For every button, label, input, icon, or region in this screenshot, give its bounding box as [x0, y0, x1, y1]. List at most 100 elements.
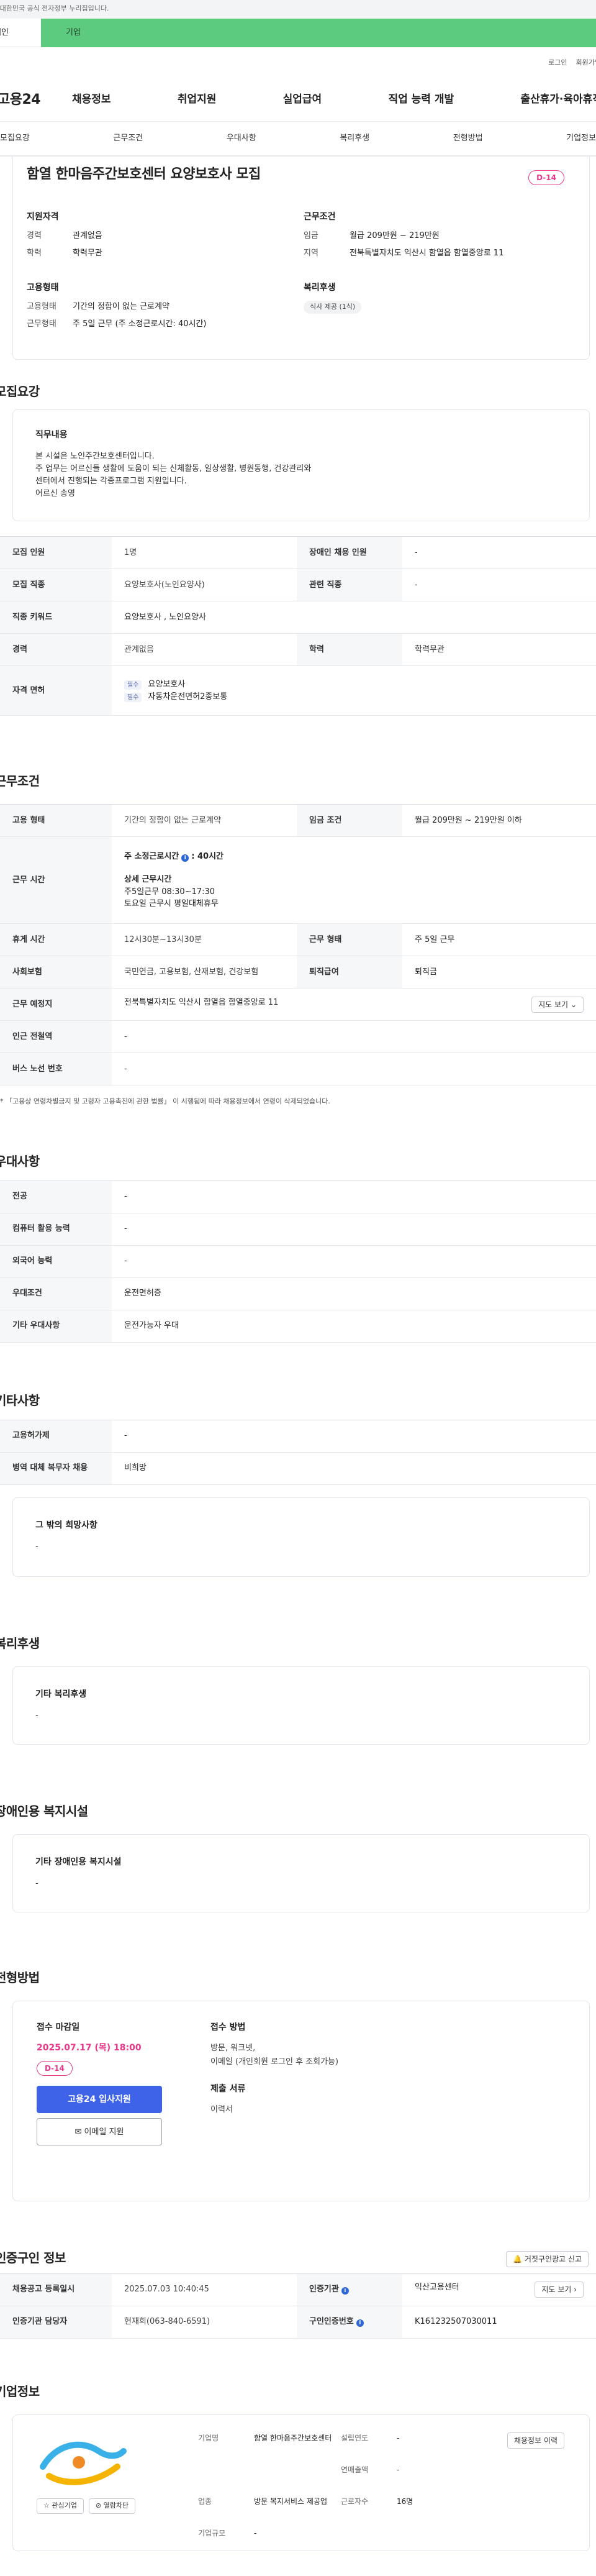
- method-title: 접수 방법: [210, 2022, 246, 2032]
- block-icon: ⊘: [95, 2501, 102, 2510]
- gnb-item-leave[interactable]: 출산휴가·육아휴직: [520, 92, 596, 108]
- site-logo[interactable]: 고용24: [0, 89, 72, 110]
- career-row-label: 경력: [0, 633, 112, 666]
- apply-button[interactable]: 고용24 입사지원: [37, 2085, 162, 2113]
- recruit-table: 모집 인원 1명 장애인 채용 인원 - 모집 직종 요양보호사(노인요양사) …: [0, 536, 596, 716]
- work-section-title: 근무조건: [0, 774, 40, 788]
- agency-map-button[interactable]: 지도 보기 ›: [535, 2281, 584, 2298]
- wage-label: 임금: [304, 231, 318, 240]
- gnb-item-support[interactable]: 취업지원: [178, 92, 217, 108]
- time-main: 주 소정근로시간: [124, 851, 179, 861]
- sales-value: -: [397, 2465, 400, 2474]
- location-value: 전북특별자치도 익산시 함열읍 함열중앙로 11 지도 보기 ⌄: [112, 988, 596, 1021]
- size-value: -: [254, 2528, 257, 2537]
- career-value: 관계없음: [73, 231, 102, 240]
- duty-title: 직무내용: [35, 430, 68, 440]
- bus-label: 버스 노선 번호: [0, 1053, 112, 1085]
- report-button[interactable]: 🔔 거짓구인광고 신고: [506, 2250, 589, 2267]
- deadline-value: 2025.07.17 (목) 18:00: [37, 2042, 142, 2053]
- work-table: 고용 형태 기간의 정함이 없는 근로계약 임금 조건 월급 209만원 ~ 2…: [0, 804, 596, 1085]
- gnb-item-jobs[interactable]: 채용정보: [72, 92, 111, 108]
- hiring-history-button[interactable]: 채용정보 이력: [507, 2432, 564, 2449]
- tab-personal[interactable]: 개인: [0, 19, 41, 47]
- apply-dday-badge: D-14: [37, 2060, 73, 2076]
- util-links: 로그인 회원가입: [0, 47, 596, 78]
- other-section-title: 기타사항: [0, 1392, 40, 1408]
- tab-welfare[interactable]: 복리후생: [340, 132, 369, 145]
- disability-section-title: 장애인용 복지시설: [0, 1803, 88, 1819]
- info-icon[interactable]: i: [356, 2319, 364, 2327]
- army-value: 비희망: [112, 1452, 596, 1485]
- cond-title: 근무조건: [304, 212, 336, 222]
- info-icon[interactable]: i: [341, 2287, 349, 2295]
- wage-row-label: 임금 조건: [297, 804, 402, 837]
- block-view-button[interactable]: ⊘ 열람차단: [88, 2498, 136, 2514]
- bus-value: -: [112, 1053, 596, 1085]
- disability-box: 기타 장애인용 복지시설 -: [12, 1834, 590, 1912]
- gnb-item-benefit[interactable]: 실업급여: [283, 92, 322, 108]
- pref-etc-value: 운전가능자 우대: [112, 1310, 596, 1343]
- tab-conditions[interactable]: 근무조건: [113, 132, 143, 145]
- eps-value: -: [112, 1420, 596, 1453]
- gnb-item-training[interactable]: 직업 능력 개발: [388, 92, 454, 108]
- gov-banner: 이 누리집은 대한민국 공식 전자정부 누리집입니다.: [0, 0, 596, 19]
- job-label: 모집 직종: [0, 569, 112, 601]
- company-logo-area: ☆ 관심기업 ⊘ 열람차단: [37, 2432, 173, 2551]
- company-section-title: 기업정보: [0, 2383, 40, 2399]
- subway-value: -: [112, 1020, 596, 1053]
- company-name-label: 기업명: [198, 2433, 219, 2442]
- dday-badge: D-14: [528, 170, 564, 185]
- hope-value: -: [35, 1541, 38, 1551]
- worktype-label: 근무형태: [27, 319, 56, 329]
- subway-label: 인근 전철역: [0, 1020, 112, 1053]
- mail-icon: ✉: [74, 2127, 82, 2137]
- login-link[interactable]: 로그인: [548, 58, 567, 68]
- emp-title: 고용형태: [27, 283, 59, 293]
- cert-num-value: K161232507030011: [402, 2306, 596, 2339]
- member-tabbar: 개인 기업: [0, 19, 596, 47]
- welfare-box-title: 기타 복리후생: [35, 1689, 87, 1699]
- company-name-value: 함열 한마음주간보호센터: [254, 2433, 332, 2442]
- disabled-value: -: [402, 536, 596, 569]
- tab-company-info[interactable]: 기업정보: [566, 132, 596, 145]
- sales-label: 연매출액: [341, 2465, 369, 2474]
- docs-value: 이력서: [210, 2104, 233, 2114]
- summary-grid: 지원자격 경력 관계없음 학력 학력무관 고용형태 고용형태 기간의 정함이 없는 근…: [27, 211, 589, 335]
- chevron-right-icon: ›: [574, 2285, 577, 2294]
- emptype-label: 고용형태: [27, 302, 56, 311]
- emptype-value: 기간의 정함이 없는 근로계약: [73, 302, 169, 311]
- keyword-label: 직종 키워드: [0, 601, 112, 634]
- tab-selection[interactable]: 전형방법: [453, 132, 483, 145]
- other-table: 고용허가제 - 병역 대체 복무자 채용 비희망: [0, 1419, 596, 1485]
- bell-icon: 🔔: [513, 2254, 523, 2263]
- cert-table: 채용공고 등록일시 2025.07.03 10:40:45 인증기관 i 익산고용…: [0, 2273, 596, 2339]
- industry-value: 방문 복지서비스 제공업: [254, 2496, 328, 2506]
- disability-box-title: 기타 장애인용 복지시설: [35, 1857, 122, 1867]
- people-value: 1명: [112, 536, 297, 569]
- tab-preference[interactable]: 우대사항: [227, 132, 256, 145]
- region-label: 지역: [304, 248, 318, 258]
- related-value: -: [402, 569, 596, 601]
- rest-value: 12시30분~13시30분: [112, 923, 297, 956]
- job-title: 함열 한마음주간보호센터 요양보호사 모집: [27, 167, 261, 182]
- reg-value: 2025.07.03 10:40:45: [112, 2273, 297, 2306]
- duty-line-3: 센터에서 진행되는 각종프로그램 지원입니다.: [35, 477, 187, 486]
- region-value: 전북특별자치도 익산시 함열읍 함열중앙로 11: [350, 248, 504, 258]
- join-link[interactable]: 회원가입: [576, 58, 596, 68]
- map-button[interactable]: 지도 보기 ⌄: [531, 996, 584, 1013]
- interest-company-button[interactable]: ☆ 관심기업: [37, 2498, 84, 2514]
- tab-recruit[interactable]: 모집요강: [0, 132, 30, 145]
- tab-company[interactable]: 기업: [41, 19, 596, 47]
- detail-1: 주5일근무 08:30~17:30: [124, 887, 215, 897]
- info-icon[interactable]: i: [181, 854, 189, 862]
- age-note: * 「고용상 연령차별금지 및 고령자 고용촉진에 관한 법률」 이 시행됨에 …: [0, 1097, 330, 1105]
- reg-label: 채용공고 등록일시: [0, 2273, 112, 2306]
- detail-2: 토요일 근무시 평일대체휴무: [124, 899, 219, 908]
- hope-title: 그 밖의 희망사항: [35, 1520, 97, 1530]
- apply-right: 접수 방법 방문, 워크넷, 이메일 (개인회원 로그인 후 조회가능) 제출 …: [210, 2021, 338, 2201]
- email-apply-button[interactable]: ✉ 이메일 지원: [37, 2117, 162, 2145]
- hope-box: 그 밖의 희망사항 -: [12, 1497, 590, 1577]
- rest-label: 휴게 시간: [0, 923, 112, 956]
- wage-value: 월급 209만원 ~ 219만원: [350, 231, 440, 240]
- recruit-section-title: 모집요강: [0, 384, 40, 399]
